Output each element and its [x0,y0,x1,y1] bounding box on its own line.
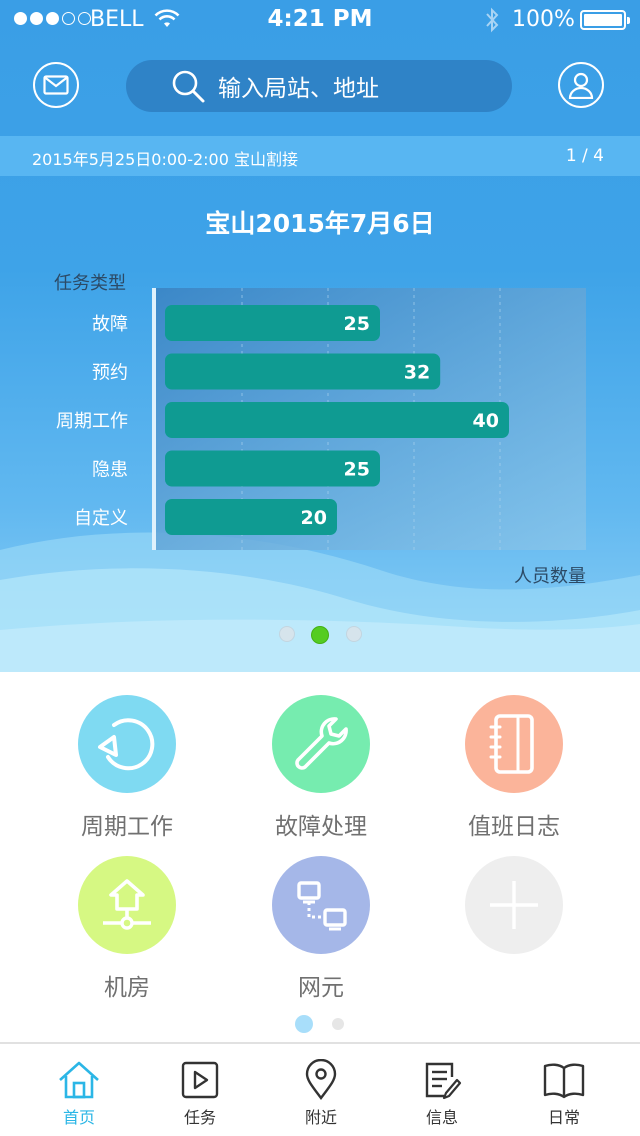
tab-label: 附近 [304,1108,337,1127]
mail-icon [43,75,69,95]
tab-edit-document[interactable]: 信息 [397,1058,487,1128]
tab-home[interactable]: 首页 [34,1058,124,1128]
notebook-icon [465,695,563,793]
carousel-dot[interactable] [279,626,295,642]
chart-category-label: 预约 [92,363,128,384]
tab-book[interactable]: 日常 [519,1058,609,1128]
chart-category-label: 周期工作 [56,411,128,432]
wrench-icon [272,695,370,793]
chart-y-axis-label: 任务类型 [54,273,126,294]
search-input[interactable]: 输入局站、地址 [218,69,379,103]
grid-item-label: 值班日志 [468,814,560,840]
notice-message: 2015年5月25日0:00-2:00 宝山割接 [32,150,298,169]
house-network-icon [78,856,176,954]
chart-title: 宝山2015年7月6日 [205,209,435,238]
grid-item[interactable]: 值班日志 [434,695,594,841]
grid-page-dot[interactable] [295,1015,313,1033]
chart-category-label: 故障 [92,314,128,335]
chart-bar [165,402,509,438]
book-icon [519,1058,609,1102]
chart-bar [165,353,441,390]
bar-chart: 任务类型人员数量 故障 25 预约 32 周期工作 40 隐患 25 自定义 20 [54,273,586,587]
carousel-dot[interactable] [311,626,329,644]
grid-item[interactable]: 网元 [241,856,401,1002]
notice-bar[interactable]: 2015年5月25日0:00-2:00 宝山割接 1 / 4 [0,136,640,176]
grid-item[interactable] [434,856,594,968]
notice-page-indicator: 1 / 4 [565,146,604,166]
tab-label: 日常 [547,1108,580,1127]
chart-y-axis [152,288,156,550]
chart-x-axis-label: 人员数量 [514,566,586,587]
grid-item[interactable]: 机房 [47,856,207,1002]
grid-item-label: 周期工作 [81,814,173,840]
grid-item-label: 故障处理 [275,814,367,840]
add-icon [465,856,563,954]
edit-document-icon [397,1058,487,1102]
user-icon [568,72,594,99]
grid-item-label: 网元 [298,975,344,1001]
chart-value-label: 20 [301,507,327,529]
search-bar[interactable]: 输入局站、地址 [126,60,512,112]
network-element-icon [272,856,370,954]
user-button[interactable] [558,62,604,108]
tab-label: 信息 [425,1108,458,1127]
chart-category-label: 自定义 [74,508,128,529]
tab-play[interactable]: 任务 [155,1058,245,1128]
tab-bar: 首页 任务 附近 信息 日常 [0,1042,640,1136]
status-bar: BELL 4:21 PM 100% [0,0,640,40]
tab-location-pin[interactable]: 附近 [276,1058,366,1128]
chart-value-label: 40 [473,410,499,432]
chart-value-label: 25 [344,459,370,481]
grid-item-label: 机房 [104,975,150,1001]
bluetooth-icon [484,7,500,39]
chart-category-label: 隐患 [92,460,128,481]
tab-label: 任务 [183,1108,216,1127]
tab-label: 首页 [62,1108,95,1127]
battery-percent: 100% [512,7,575,32]
cycle-icon [78,695,176,793]
battery-icon [580,10,630,30]
carousel-dot[interactable] [346,626,362,642]
grid-item[interactable]: 故障处理 [241,695,401,841]
location-pin-icon [276,1058,366,1102]
search-icon [172,70,205,103]
mail-button[interactable] [33,62,79,108]
grid-page-dot[interactable] [332,1018,344,1030]
header-area: BELL 4:21 PM 100% 输入局站、地址 2015年5月25日0:00… [0,0,640,672]
home-icon [34,1058,124,1102]
grid-item[interactable]: 周期工作 [47,695,207,841]
chart-value-label: 32 [404,362,430,384]
play-icon [155,1058,245,1102]
chart-value-label: 25 [344,313,370,335]
